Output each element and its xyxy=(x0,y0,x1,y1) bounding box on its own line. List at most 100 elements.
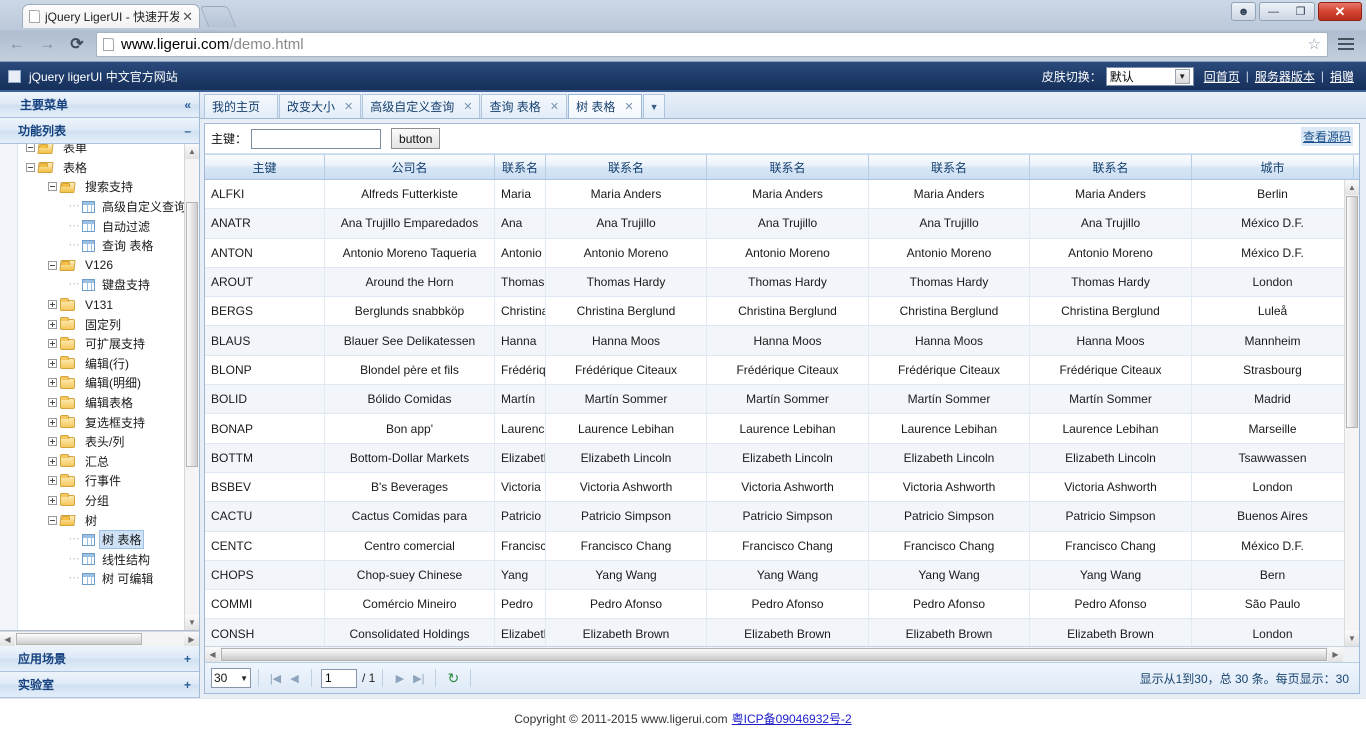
minimize-icon[interactable]: — xyxy=(1260,6,1287,18)
table-row[interactable]: CACTUCactus Comidas paraPatricioPatricio… xyxy=(205,502,1359,531)
tree-node[interactable]: 可扩展支持 xyxy=(18,334,199,354)
tree-expander[interactable] xyxy=(44,300,60,309)
tree-expander[interactable] xyxy=(44,261,60,270)
tree-expander[interactable] xyxy=(44,320,60,329)
collapse-icon[interactable] xyxy=(26,163,35,172)
scrollbar-thumb[interactable] xyxy=(16,633,142,645)
expand-icon[interactable] xyxy=(48,339,57,348)
table-row[interactable]: CHOPSChop-suey ChineseYangYang WangYang … xyxy=(205,561,1359,590)
tree-expander[interactable] xyxy=(44,378,60,387)
maximize-icon[interactable]: ❐ xyxy=(1287,5,1314,18)
sidebar-main-menu-header[interactable]: 主要菜单 « xyxy=(0,92,199,118)
table-row[interactable]: CENTCCentro comercialFranciscoFrancisco … xyxy=(205,532,1359,561)
tree-node[interactable]: ⋯高级自定义查询 xyxy=(18,197,199,217)
tree-expander[interactable]: ⋯ xyxy=(66,554,82,565)
search-input[interactable] xyxy=(251,129,381,149)
content-tab[interactable]: 改变大小✕ xyxy=(279,94,361,118)
plus-icon[interactable]: + xyxy=(184,652,191,666)
tree-vertical-scrollbar[interactable]: ▲ ▼ xyxy=(184,144,199,630)
tree-node[interactable]: 复选框支持 xyxy=(18,412,199,432)
table-row[interactable]: BLONPBlondel père et filsFrédériqueFrédé… xyxy=(205,356,1359,385)
tree-node[interactable]: 搜索支持 xyxy=(18,177,199,197)
tree-node[interactable]: ⋯树 表格 xyxy=(18,530,199,550)
collapse-icon[interactable]: « xyxy=(184,98,191,112)
skin-select[interactable]: 默认 ▼ xyxy=(1106,67,1194,86)
expand-icon[interactable] xyxy=(48,320,57,329)
content-tab[interactable]: 高级自定义查询✕ xyxy=(362,94,480,118)
next-page-button[interactable]: ▶ xyxy=(390,669,409,688)
expand-icon[interactable] xyxy=(48,359,57,368)
table-row[interactable]: BOTTMBottom-Dollar MarketsElizabethEliza… xyxy=(205,444,1359,473)
browser-menu-icon[interactable] xyxy=(1336,36,1358,52)
plus-icon[interactable]: + xyxy=(184,678,191,692)
content-tab[interactable]: 查询 表格✕ xyxy=(481,94,567,118)
window-close-icon[interactable]: ✕ xyxy=(1318,2,1362,21)
tree-expander[interactable] xyxy=(44,516,60,525)
tree-expander[interactable] xyxy=(44,339,60,348)
table-row[interactable]: AROUTAround the HornThomasThomas HardyTh… xyxy=(205,268,1359,297)
tree-expander[interactable] xyxy=(44,476,60,485)
scrollbar-thumb[interactable] xyxy=(221,648,1327,661)
reload-icon[interactable]: ⟳ xyxy=(66,33,88,55)
tree-node[interactable]: 分组 xyxy=(18,491,199,511)
forward-icon[interactable]: → xyxy=(36,33,58,55)
tree-expander[interactable] xyxy=(44,437,60,446)
tree-expander[interactable] xyxy=(22,144,38,152)
tree-node[interactable]: 编辑(明细) xyxy=(18,373,199,393)
expand-icon[interactable] xyxy=(48,476,57,485)
table-row[interactable]: BERGSBerglunds snabbköpChristinaChristin… xyxy=(205,297,1359,326)
grid-horizontal-scrollbar[interactable]: ◀ ▶ xyxy=(205,646,1359,662)
view-source-link[interactable]: 查看源码 xyxy=(1301,127,1353,146)
header-link-home[interactable]: 回首页 xyxy=(1204,68,1240,85)
scrollbar-thumb[interactable] xyxy=(186,202,198,467)
tree-node[interactable]: 汇总 xyxy=(18,452,199,472)
grid-column-header[interactable]: 联系名 xyxy=(546,155,707,179)
collapse-icon[interactable] xyxy=(48,261,57,270)
tree-expander[interactable] xyxy=(22,163,38,172)
scroll-right-icon[interactable]: ▶ xyxy=(184,632,199,646)
tree-node[interactable]: 表单 xyxy=(18,144,199,158)
bookmark-star-icon[interactable]: ☆ xyxy=(1308,35,1321,53)
header-link-donate[interactable]: 捐赠 xyxy=(1330,68,1354,85)
tree-node[interactable]: ⋯线性结构 xyxy=(18,549,199,569)
close-icon[interactable]: ✕ xyxy=(463,100,472,113)
tree-node[interactable]: 树 xyxy=(18,510,199,530)
page-number-input[interactable] xyxy=(321,669,357,688)
scroll-up-icon[interactable]: ▲ xyxy=(1345,180,1359,195)
sidebar-section-app-scenarios[interactable]: 应用场景 + xyxy=(0,646,199,672)
grid-column-header[interactable]: 城市 xyxy=(1192,155,1354,179)
search-button[interactable]: button xyxy=(391,128,440,149)
grid-column-header[interactable]: 联系名 xyxy=(1030,155,1192,179)
tree-expander[interactable]: ⋯ xyxy=(66,279,82,290)
grid-column-header[interactable]: 联系名 xyxy=(869,155,1030,179)
tree-expander[interactable]: ⋯ xyxy=(66,221,82,232)
tree-node[interactable]: ⋯查询 表格 xyxy=(18,236,199,256)
prev-page-button[interactable]: ◀ xyxy=(285,669,304,688)
user-icon[interactable]: ☻ xyxy=(1231,2,1256,21)
tree-expander[interactable] xyxy=(44,359,60,368)
content-tab[interactable]: 我的主页 xyxy=(204,94,278,118)
back-icon[interactable]: ← xyxy=(6,33,28,55)
close-icon[interactable]: ✕ xyxy=(182,9,193,25)
tree-expander[interactable] xyxy=(44,398,60,407)
expand-icon[interactable] xyxy=(48,300,57,309)
table-row[interactable]: CONSHConsolidated HoldingsElizabethEliza… xyxy=(205,619,1359,646)
tree-horizontal-scrollbar[interactable]: ◀ ▶ xyxy=(0,631,199,646)
grid-column-header[interactable]: 联系名 xyxy=(707,155,869,179)
tree-node[interactable]: ⋯自动过滤 xyxy=(18,216,199,236)
tree-node[interactable]: 行事件 xyxy=(18,471,199,491)
close-icon[interactable]: ✕ xyxy=(550,100,559,113)
close-icon[interactable]: ✕ xyxy=(344,100,353,113)
collapse-icon[interactable] xyxy=(48,182,57,191)
expand-icon[interactable] xyxy=(48,418,57,427)
tree-node[interactable]: 表头/列 xyxy=(18,432,199,452)
tree-expander[interactable] xyxy=(44,496,60,505)
page-size-select[interactable]: 30 ▼ xyxy=(211,668,251,688)
grid-column-header[interactable]: 公司名 xyxy=(325,155,495,179)
table-row[interactable]: BOLIDBólido ComidasMartínMartín SommerMa… xyxy=(205,385,1359,414)
scroll-left-icon[interactable]: ◀ xyxy=(0,632,15,646)
tree-expander[interactable]: ⋯ xyxy=(66,573,82,584)
browser-tab[interactable]: jQuery LigerUI - 快速开发 ✕ xyxy=(22,4,200,28)
scrollbar-thumb[interactable] xyxy=(1346,196,1358,428)
last-page-button[interactable]: ▶| xyxy=(409,669,428,688)
